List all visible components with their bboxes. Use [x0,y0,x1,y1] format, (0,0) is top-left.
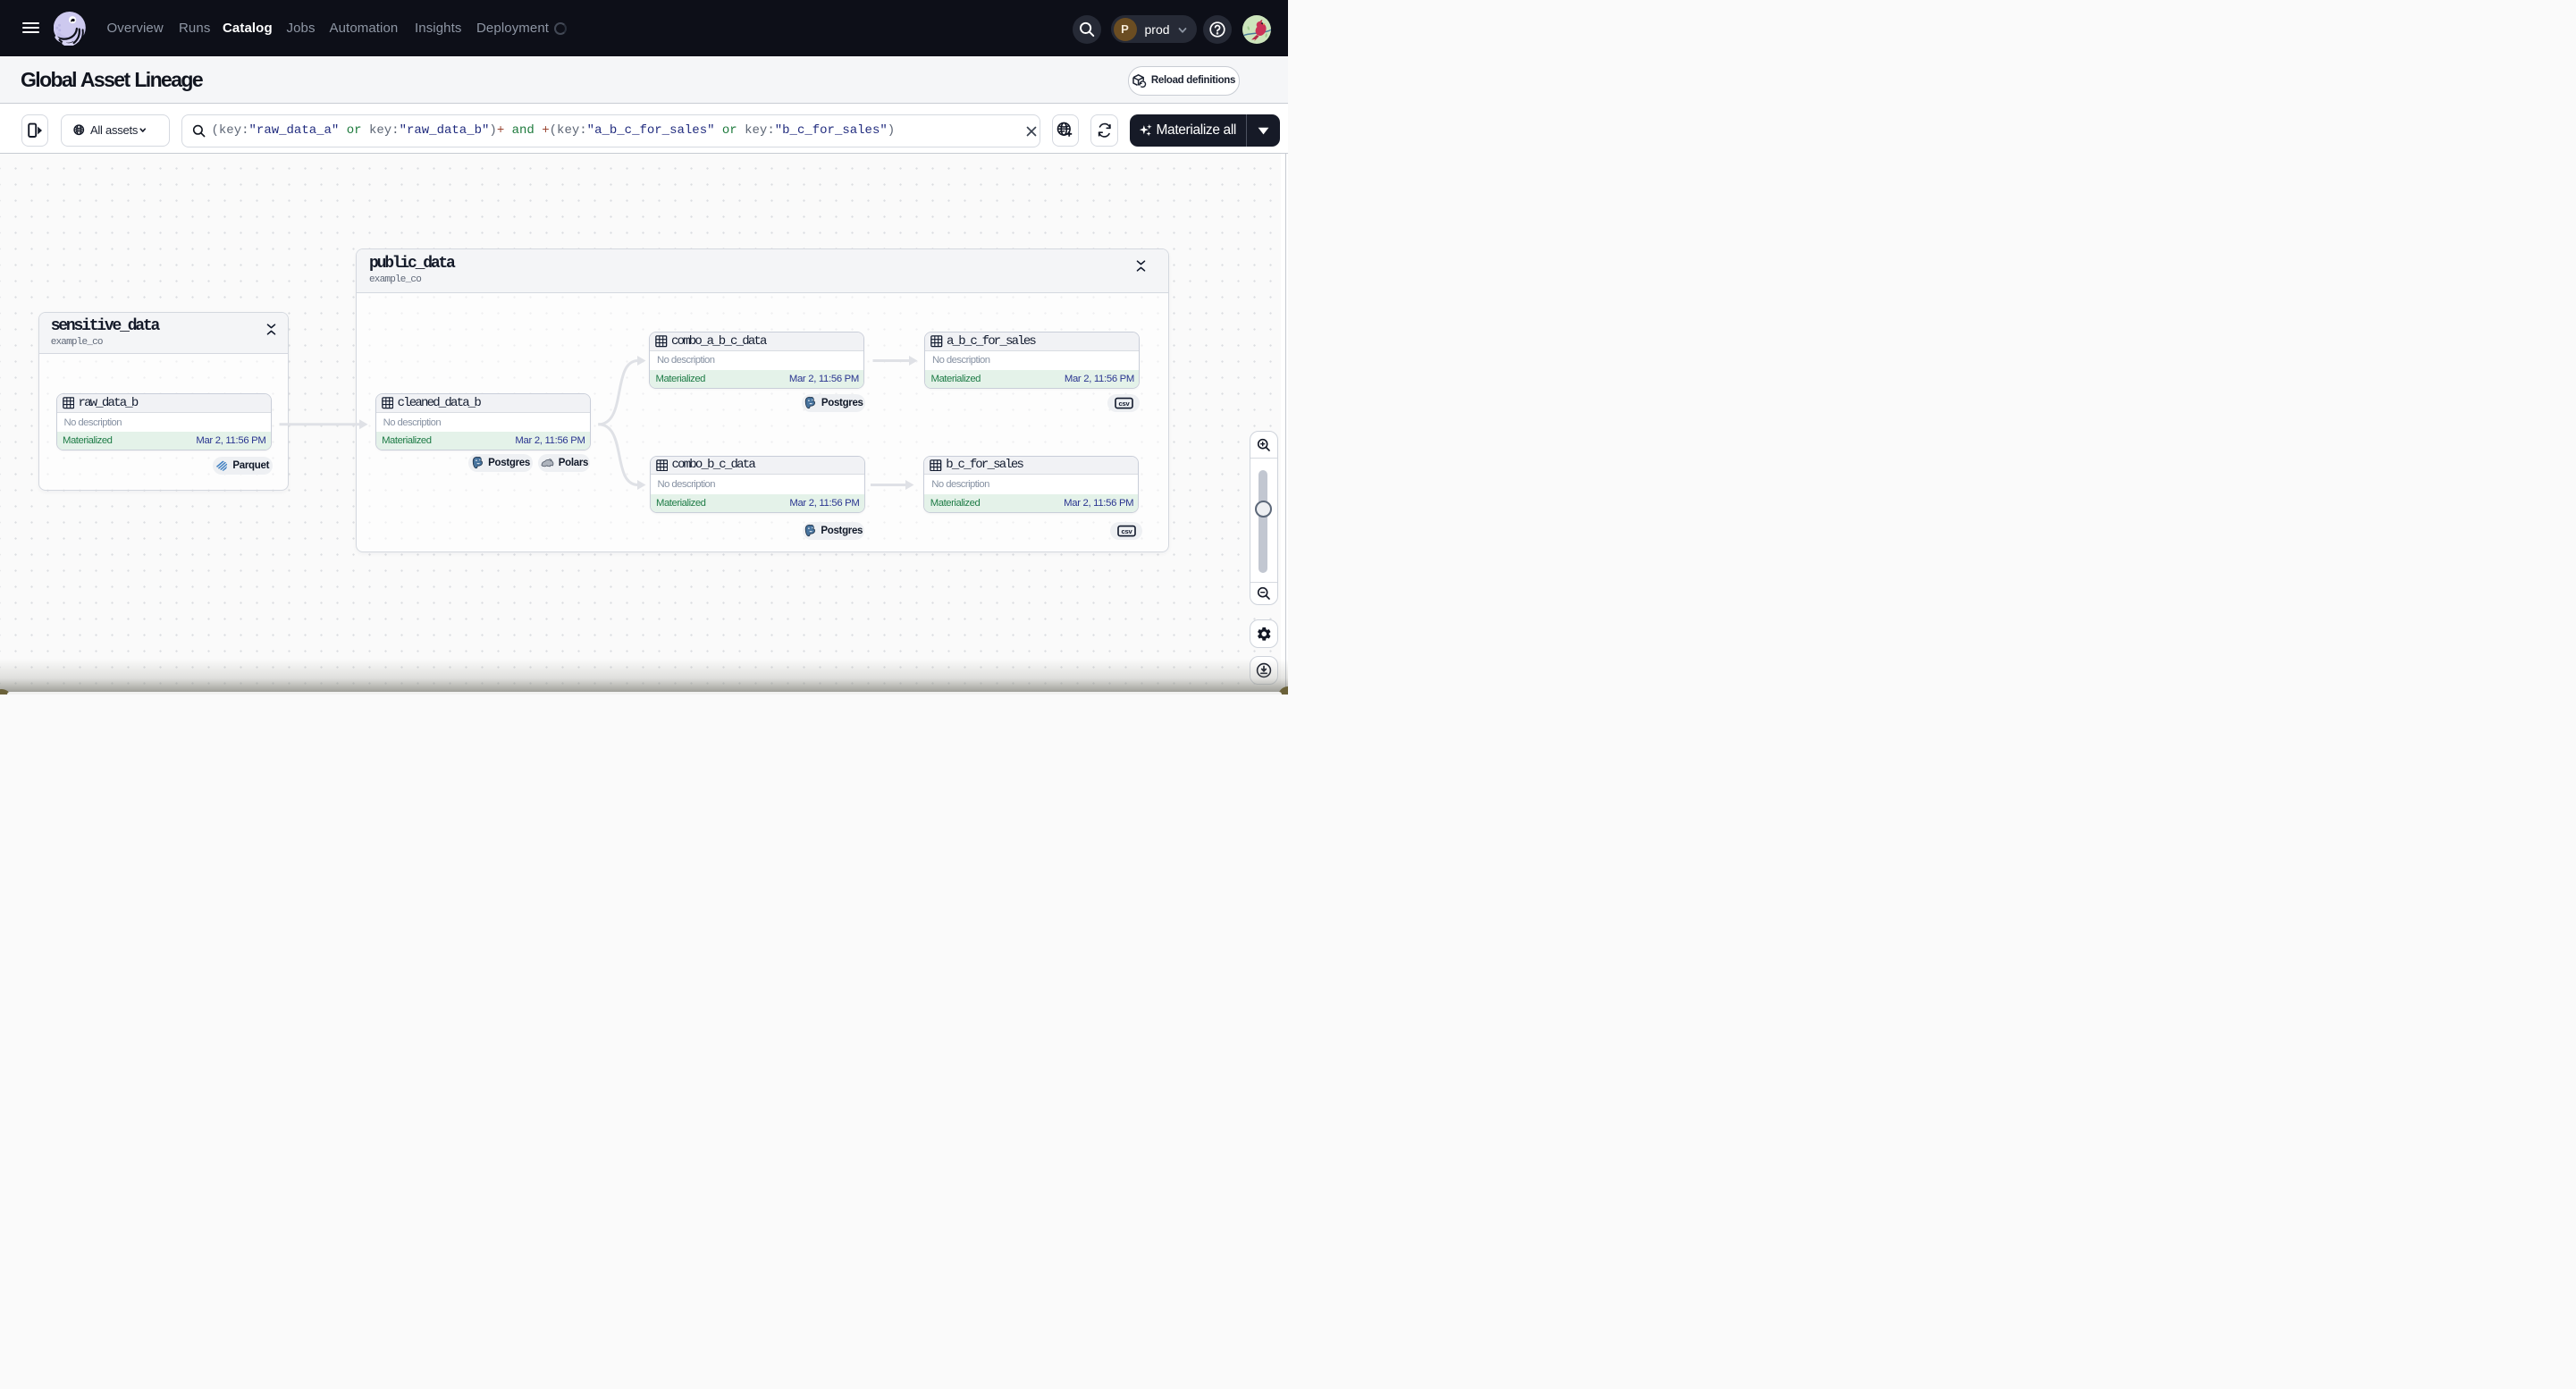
svg-text:csv: csv [1118,400,1130,408]
svg-text:csv: csv [1121,527,1132,535]
